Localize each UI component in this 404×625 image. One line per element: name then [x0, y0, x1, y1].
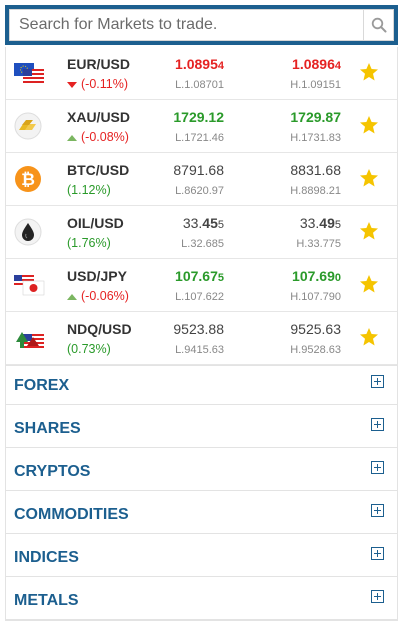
low-price: L.8620.97 [175, 185, 224, 197]
high-price: H.9528.63 [290, 344, 341, 356]
market-symbol: OIL/USD [67, 215, 124, 231]
up-arrow-icon [67, 293, 77, 300]
high-price: H.33.775 [296, 238, 341, 250]
category-forex[interactable]: FOREX [6, 362, 397, 405]
category-label: COMMODITIES [14, 506, 129, 523]
market-row-oilusd[interactable]: OIL/USD (1.76%) 33.455 L.32.685 33.495 H… [6, 206, 397, 259]
ask-price: 9525.63 [290, 321, 341, 337]
market-list: EUR/USD (-0.11%) 1.08954 L.1.08701 1.089… [5, 47, 398, 366]
category-label: INDICES [14, 549, 79, 566]
market-symbol: XAU/USD [67, 109, 131, 125]
market-symbol: EUR/USD [67, 56, 131, 72]
nasdaq-us-icon [16, 332, 44, 348]
market-change: (0.73%) [67, 342, 111, 356]
svg-text:₿: ₿ [21, 170, 35, 190]
expand-plus-icon[interactable] [371, 375, 384, 388]
low-price: L.1721.46 [175, 132, 224, 144]
market-change: (-0.06%) [67, 289, 129, 303]
oil-drop-icon [14, 218, 42, 246]
ask-price: 8831.68 [290, 162, 341, 178]
bid-price: 1729.12 [173, 109, 224, 125]
market-change: (-0.11%) [67, 77, 128, 91]
bid-price: 1.08954 [175, 56, 224, 72]
category-label: SHARES [14, 420, 81, 437]
bid-price: 107.675 [175, 268, 224, 284]
expand-plus-icon[interactable] [371, 418, 384, 431]
search-icon [371, 17, 386, 33]
market-row-xauusd[interactable]: XAU/USD (-0.08%) 1729.12 L.1721.46 1729.… [6, 100, 397, 153]
star-favorite-icon[interactable] [359, 62, 379, 82]
search-box [9, 9, 394, 41]
market-row-usdjpy[interactable]: USD/JPY (-0.06%) 107.675 L.107.622 107.6… [6, 259, 397, 312]
market-symbol: BTC/USD [67, 162, 130, 178]
high-price: H.107.790 [290, 291, 341, 303]
up-arrow-icon [67, 134, 77, 141]
high-price: H.8898.21 [290, 185, 341, 197]
expand-plus-icon[interactable] [371, 461, 384, 474]
us-jp-flags-icon [14, 275, 45, 296]
bid-price: 33.455 [182, 215, 224, 231]
low-price: L.9415.63 [175, 344, 224, 356]
ask-price: 107.690 [292, 268, 341, 284]
low-price: L.1.08701 [175, 79, 224, 91]
bid-price: 9523.88 [173, 321, 224, 337]
star-favorite-icon[interactable] [359, 115, 379, 135]
expand-plus-icon[interactable] [371, 504, 384, 517]
market-row-ndqusd[interactable]: NDQ/USD (0.73%) 9523.88 L.9415.63 9525.6… [6, 312, 397, 365]
category-indices[interactable]: INDICES [6, 534, 397, 577]
category-commodities[interactable]: COMMODITIES [6, 491, 397, 534]
market-row-btcusd[interactable]: ₿ BTC/USD (1.12%) 8791.68 L.8620.97 8831… [6, 153, 397, 206]
category-metals[interactable]: METALS [6, 577, 397, 620]
ask-price: 1.08964 [292, 56, 341, 72]
expand-plus-icon[interactable] [371, 547, 384, 560]
market-change: (1.76%) [67, 236, 111, 250]
bid-price: 8791.68 [173, 162, 224, 178]
category-label: FOREX [14, 377, 70, 394]
high-price: H.1.09151 [290, 79, 341, 91]
star-favorite-icon[interactable] [359, 168, 379, 188]
eu-us-flags-icon [14, 63, 44, 83]
market-change: (1.12%) [67, 183, 111, 197]
bitcoin-icon: ₿ [15, 166, 41, 192]
ask-price: 33.495 [299, 215, 341, 231]
market-symbol: NDQ/USD [67, 321, 132, 337]
search-bar [5, 5, 398, 45]
star-favorite-icon[interactable] [359, 221, 379, 241]
star-favorite-icon[interactable] [359, 327, 379, 347]
category-shares[interactable]: SHARES [6, 405, 397, 448]
down-arrow-icon [67, 81, 77, 88]
market-row-eurusd[interactable]: EUR/USD (-0.11%) 1.08954 L.1.08701 1.089… [6, 47, 397, 100]
low-price: L.107.622 [175, 291, 224, 303]
category-list: FOREX SHARES CRYPTOS COMMODITIES INDICES… [5, 362, 398, 621]
expand-plus-icon[interactable] [371, 590, 384, 603]
market-change: (-0.08%) [67, 130, 129, 144]
search-input[interactable] [10, 10, 363, 40]
category-label: CRYPTOS [14, 463, 91, 480]
ask-price: 1729.87 [290, 109, 341, 125]
gold-icon [14, 112, 42, 140]
low-price: L.32.685 [181, 238, 224, 250]
market-symbol: USD/JPY [67, 268, 127, 284]
category-label: METALS [14, 592, 79, 609]
search-button[interactable] [363, 10, 393, 40]
category-cryptos[interactable]: CRYPTOS [6, 448, 397, 491]
star-favorite-icon[interactable] [359, 274, 379, 294]
high-price: H.1731.83 [290, 132, 341, 144]
